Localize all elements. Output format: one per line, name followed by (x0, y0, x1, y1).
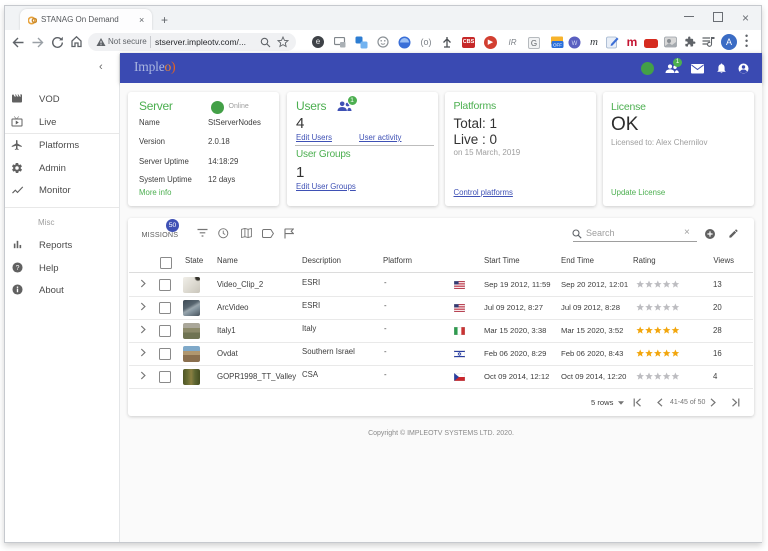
svg-text:?: ? (16, 265, 20, 272)
svg-text:OFF: OFF (553, 43, 562, 48)
svg-text:W: W (572, 41, 578, 47)
